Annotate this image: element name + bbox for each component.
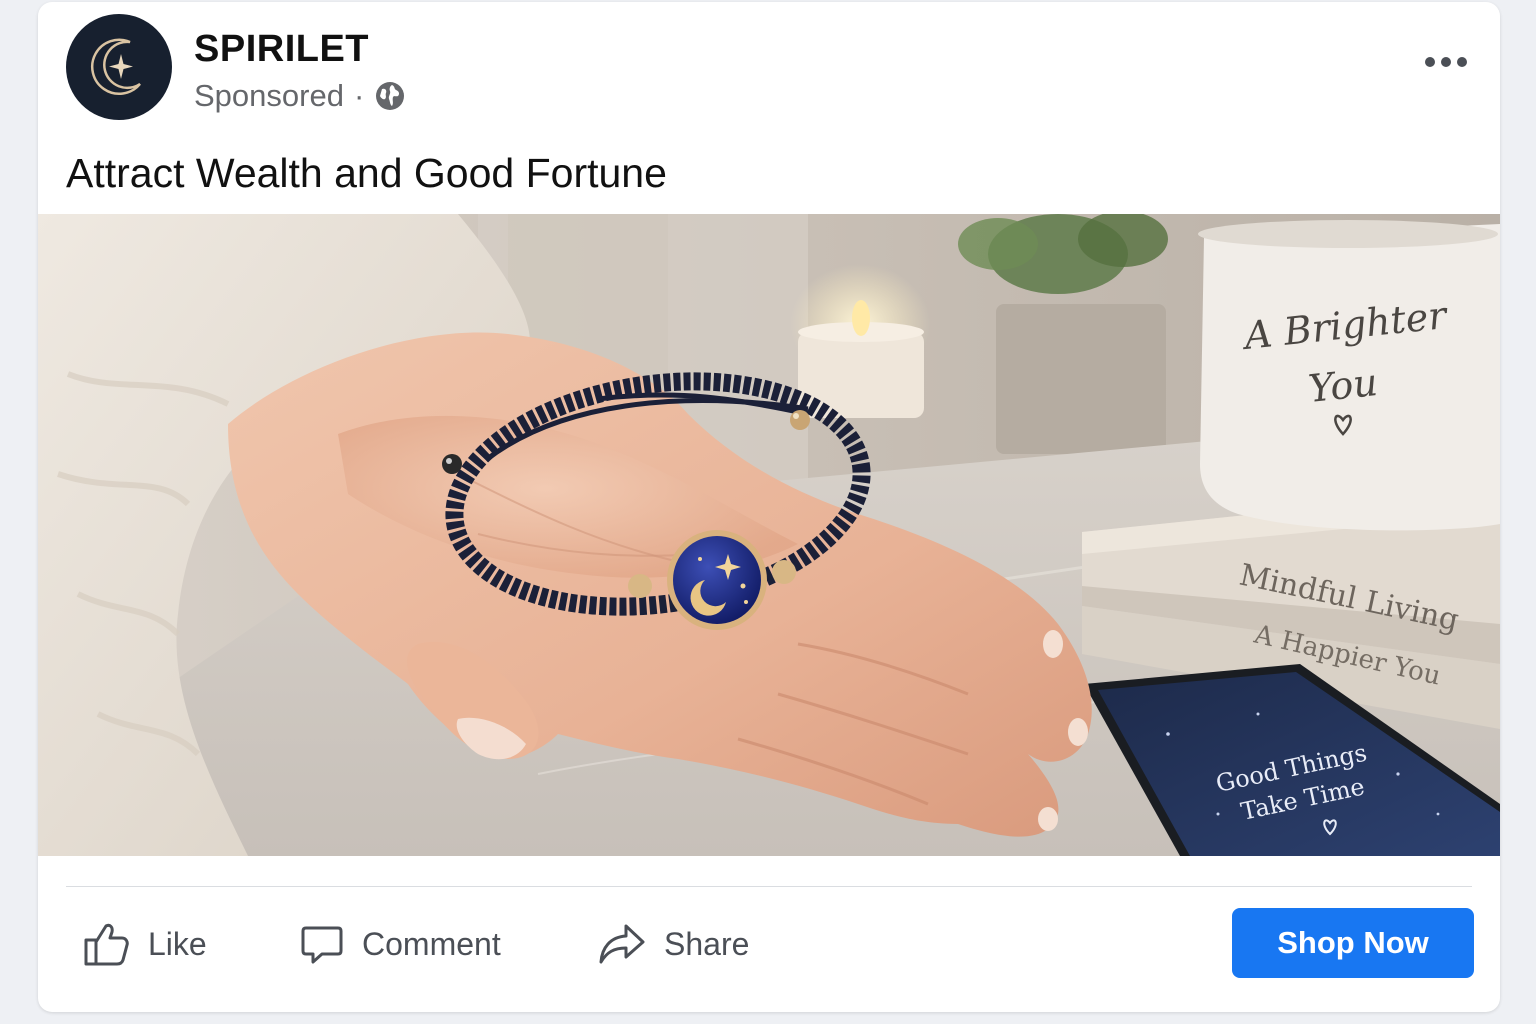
comment-label: Comment	[362, 925, 501, 962]
more-dots-icon	[1457, 57, 1467, 67]
share-label: Share	[664, 925, 750, 962]
more-dots-icon	[1441, 57, 1451, 67]
like-button[interactable]: Like	[82, 908, 207, 980]
product-photo: Mindful Living A Happier You A Brighter …	[38, 214, 1500, 856]
comment-bubble-icon	[301, 926, 343, 964]
sponsored-label: Sponsored	[194, 78, 344, 113]
ad-image[interactable]: Mindful Living A Happier You A Brighter …	[38, 214, 1500, 856]
shop-now-button[interactable]: Shop Now	[1232, 908, 1474, 978]
action-divider	[66, 886, 1472, 887]
more-dots-icon	[1425, 57, 1435, 67]
brand-name[interactable]: SPIRILET	[194, 28, 369, 71]
post-headline: Attract Wealth and Good Fortune	[66, 150, 667, 196]
like-label: Like	[148, 925, 207, 962]
post-meta: Sponsored ·	[194, 78, 406, 114]
mug-text-line2: You	[1306, 360, 1379, 411]
globe-icon	[376, 82, 405, 110]
share-button[interactable]: Share	[598, 908, 749, 980]
sponsored-post-card: SPIRILET Sponsored · Attract Wealth and …	[38, 2, 1500, 1012]
post-header: SPIRILET Sponsored ·	[38, 2, 1500, 142]
thumbs-up-icon	[84, 923, 129, 966]
comment-button[interactable]: Comment	[300, 908, 501, 980]
moon-star-logo-icon	[91, 38, 141, 95]
share-arrow-icon	[599, 924, 645, 964]
more-options-button[interactable]	[1422, 42, 1470, 82]
brand-avatar[interactable]	[66, 14, 172, 120]
meta-separator: ·	[353, 78, 365, 113]
